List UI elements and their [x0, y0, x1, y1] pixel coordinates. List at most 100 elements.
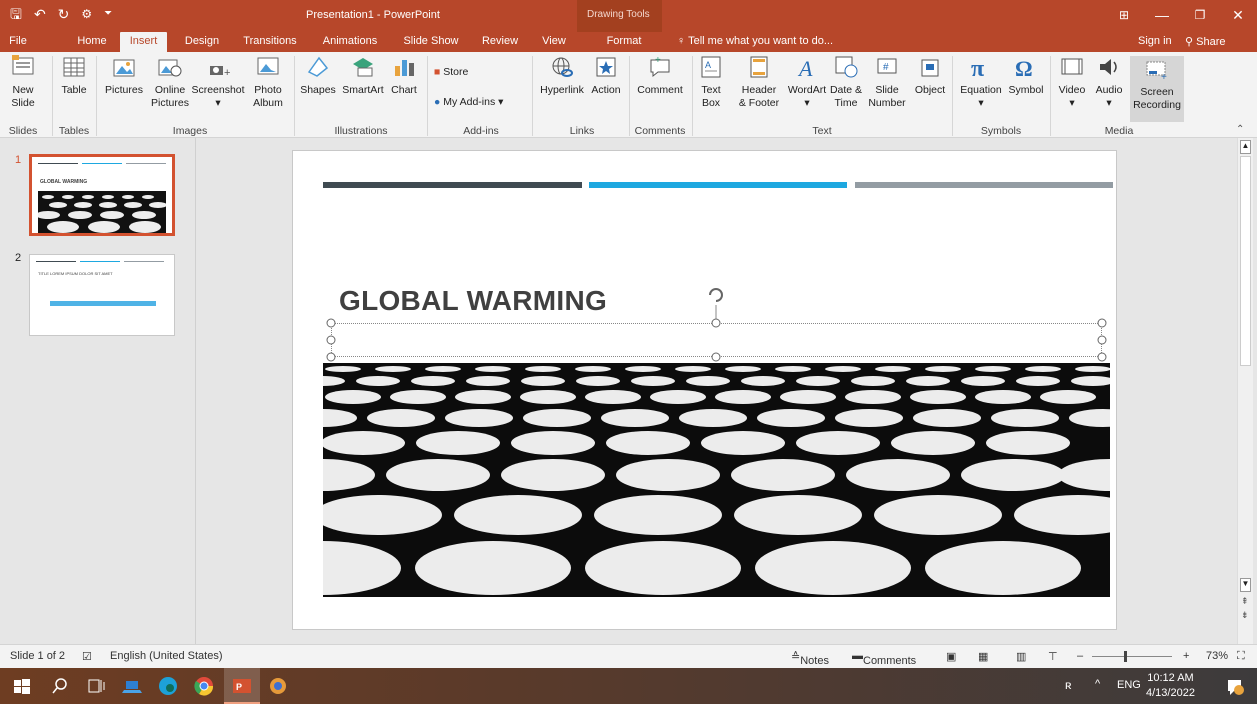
pictures-button[interactable]: Pictures — [102, 54, 146, 97]
object-label: Object — [914, 84, 946, 96]
share-button[interactable]: ⚲ Share — [1185, 35, 1225, 48]
tab-animations[interactable]: Animations — [316, 32, 384, 52]
normal-view-icon[interactable]: ▣ — [946, 650, 956, 663]
scroll-up-icon[interactable]: ▲ — [1240, 140, 1251, 154]
wordart-button[interactable]: A WordArt ▾ — [786, 54, 828, 110]
comments-button[interactable]: ▬ Comments — [852, 650, 916, 667]
notification-icon[interactable] — [1226, 678, 1244, 696]
date-time-button[interactable]: Date & Time — [828, 54, 864, 110]
tab-format[interactable]: Format — [596, 32, 652, 52]
contextual-group-title: Drawing Tools — [587, 9, 650, 20]
fit-to-window-icon[interactable]: ⛶ — [1237, 650, 1245, 663]
customize-toolbar-icon[interactable]: ⏷ — [104, 6, 112, 22]
next-slide-icon[interactable]: ⇟ — [1241, 610, 1249, 621]
zoom-slider[interactable] — [1092, 656, 1172, 657]
people-icon[interactable]: ʀ — [1065, 678, 1072, 692]
spell-check-icon[interactable]: ☑ — [82, 650, 92, 663]
table-button[interactable]: Table — [58, 54, 90, 97]
edge-browser-icon[interactable] — [158, 676, 178, 696]
header-footer-button[interactable]: Header & Footer — [732, 54, 786, 110]
tab-transitions[interactable]: Transitions — [238, 32, 302, 52]
header-footer-label: Header & Footer — [738, 84, 780, 109]
tab-review[interactable]: Review — [476, 32, 524, 52]
previous-slide-icon[interactable]: ⇞ — [1241, 596, 1249, 607]
screen-recording-button[interactable]: + Screen Recording — [1130, 56, 1184, 122]
dropdown-arrow-icon: ▾ — [978, 97, 984, 109]
online-pictures-button[interactable]: Online Pictures — [150, 54, 190, 110]
tell-me-search[interactable]: ♀ Tell me what you want to do... — [677, 35, 833, 47]
equation-label: Equation — [960, 84, 1002, 96]
media-app-icon[interactable] — [268, 676, 288, 696]
slide-number-label: Slide Number — [868, 84, 906, 109]
tab-insert[interactable]: Insert — [120, 32, 167, 52]
chrome-browser-icon[interactable] — [194, 676, 214, 696]
powerpoint-taskbar-icon[interactable]: P — [232, 676, 252, 696]
redo-icon[interactable]: ↻ — [58, 6, 70, 22]
language-indicator[interactable]: English (United States) — [110, 650, 223, 662]
photo-album-label: Photo Album — [253, 84, 283, 109]
comment-button[interactable]: + Comment — [632, 54, 688, 97]
search-icon[interactable] — [50, 676, 70, 696]
zoom-out-icon[interactable]: – — [1077, 650, 1083, 662]
tab-slide-show[interactable]: Slide Show — [398, 32, 464, 52]
chart-button[interactable]: Chart — [388, 54, 420, 97]
windows-start-icon[interactable] — [12, 676, 32, 696]
ribbon-display-icon[interactable]: ⊞ — [1105, 0, 1143, 32]
slide-number-button[interactable]: # Slide Number — [866, 54, 908, 110]
slide-thumbnail-1[interactable]: GLOBAL WARMING — [29, 154, 175, 236]
svg-text:A: A — [705, 60, 711, 70]
thumbnail-title: TITLE LOREM IPSUM DOLOR SIT AMET — [38, 271, 113, 276]
equation-button[interactable]: π Equation ▾ — [956, 54, 1006, 110]
photo-album-button[interactable]: Photo Album — [248, 54, 288, 110]
close-button[interactable]: ✕ — [1219, 0, 1257, 32]
audio-button[interactable]: Audio ▾ — [1092, 54, 1126, 110]
slideshow-view-icon[interactable]: ⊤ — [1048, 650, 1058, 663]
tab-view[interactable]: View — [534, 32, 574, 52]
table-icon — [61, 54, 87, 80]
zoom-in-icon[interactable]: + — [1183, 650, 1189, 662]
collapse-ribbon-icon[interactable]: ⌃ — [1236, 124, 1244, 135]
tab-home[interactable]: Home — [70, 32, 114, 52]
system-tray-chevron-icon[interactable]: ^ — [1095, 678, 1100, 690]
shapes-button[interactable]: Shapes — [298, 54, 338, 97]
slide-thumbnail-2[interactable]: TITLE LOREM IPSUM DOLOR SIT AMET — [29, 254, 175, 336]
restore-button[interactable]: ❐ — [1181, 0, 1219, 32]
vertical-scrollbar[interactable]: ▲ ▼ ⇞ ⇟ — [1237, 138, 1253, 644]
reading-view-icon[interactable]: ▥ — [1016, 650, 1026, 663]
laptop-app-icon[interactable] — [122, 676, 142, 696]
text-box-button[interactable]: A Text Box — [696, 54, 726, 110]
thumbnail-number: 2 — [15, 252, 22, 264]
tab-file[interactable]: File — [0, 32, 36, 52]
video-button[interactable]: Video ▾ — [1054, 54, 1090, 110]
scroll-down-icon[interactable]: ▼ — [1240, 578, 1251, 592]
hyperlink-button[interactable]: Hyperlink — [536, 54, 588, 97]
symbol-button[interactable]: Ω Symbol — [1006, 54, 1046, 97]
store-button[interactable]: ■ Store — [434, 66, 484, 79]
zoom-slider-thumb[interactable] — [1124, 651, 1127, 662]
my-addins-button[interactable]: ● My Add-ins ▾ — [434, 96, 528, 109]
notes-button[interactable]: ≙ Notes — [791, 650, 829, 667]
task-view-icon[interactable] — [86, 676, 106, 696]
status-bar: Slide 1 of 2 ☑ English (United States) ≙… — [0, 644, 1257, 668]
zoom-level[interactable]: 73% — [1206, 650, 1228, 662]
slide-number-icon: # — [874, 54, 900, 80]
dropdown-arrow-icon: ▾ — [215, 97, 221, 109]
tab-design[interactable]: Design — [178, 32, 226, 52]
sign-in-link[interactable]: Sign in — [1138, 35, 1172, 47]
system-clock[interactable]: 10:12 AM 4/13/2022 — [1146, 671, 1195, 701]
minimize-button[interactable]: — — [1143, 0, 1181, 32]
slide-image-plates[interactable] — [323, 363, 1110, 597]
slide-sorter-icon[interactable]: ▦ — [978, 650, 988, 663]
screenshot-button[interactable]: + Screenshot ▾ — [190, 54, 246, 110]
start-slideshow-icon[interactable]: ⚙ — [81, 6, 92, 22]
object-button[interactable]: Object — [912, 54, 948, 97]
new-slide-button[interactable]: New Slide — [6, 54, 40, 110]
undo-icon[interactable]: ↶ — [34, 6, 46, 22]
smartart-button[interactable]: SmartArt — [338, 54, 388, 97]
save-icon[interactable]: 🖫 — [10, 6, 22, 22]
photo-album-icon — [255, 54, 281, 80]
input-language[interactable]: ENG — [1117, 679, 1141, 691]
action-button[interactable]: Action — [588, 54, 624, 97]
scrollbar-thumb[interactable] — [1240, 156, 1251, 366]
group-addins: Add-ins — [463, 125, 499, 137]
